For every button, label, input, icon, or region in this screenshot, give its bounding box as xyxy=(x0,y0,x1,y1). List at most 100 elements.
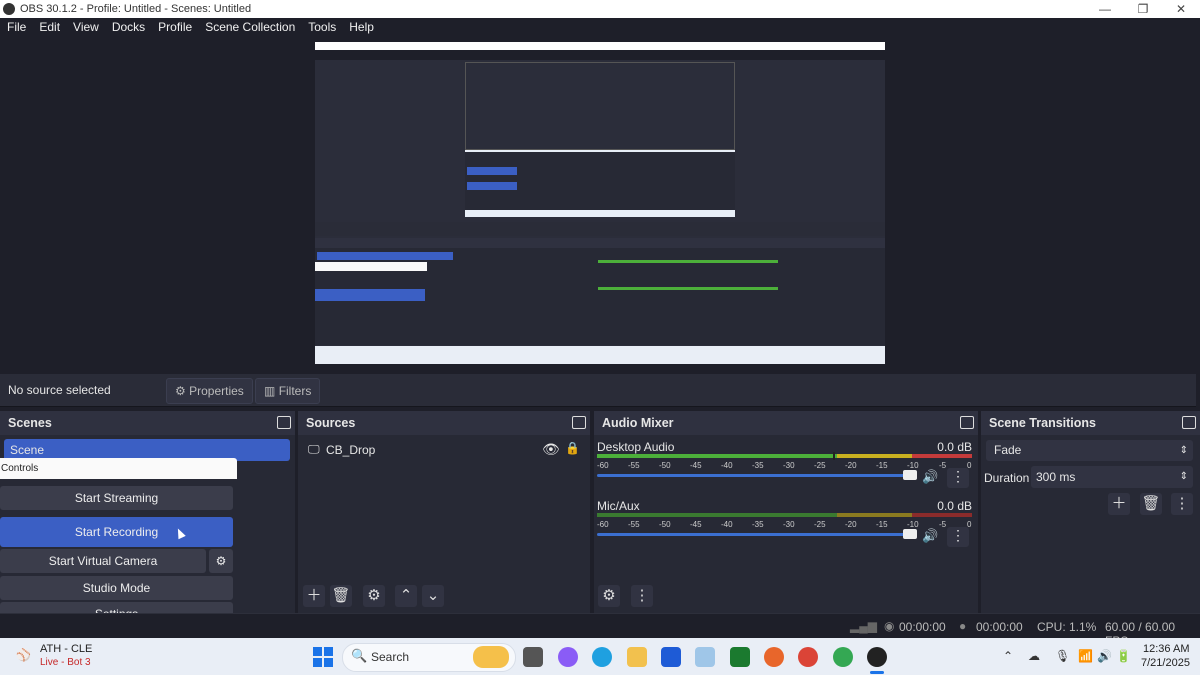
stream-time: 00:00:00 xyxy=(899,620,946,634)
meter-tick: -60 xyxy=(597,461,609,470)
undock-icon[interactable] xyxy=(1182,416,1196,429)
signal-bars-icon: ▂▄▆ xyxy=(850,619,877,633)
microphone-icon[interactable]: 🎙 xyxy=(1055,649,1070,663)
channel-name: Mic/Aux xyxy=(597,499,640,513)
photos-icon[interactable] xyxy=(695,647,715,667)
cpu-usage: CPU: 1.1% xyxy=(1037,620,1097,634)
menu-scene-collection[interactable]: Scene Collection xyxy=(198,18,301,38)
preview-canvas[interactable] xyxy=(315,42,885,364)
store-icon[interactable] xyxy=(661,647,681,667)
gear-icon: ⚙ xyxy=(367,587,381,604)
close-button[interactable]: ✕ xyxy=(1162,0,1200,18)
obs-taskbar-icon[interactable] xyxy=(867,647,887,667)
chrome-icon[interactable] xyxy=(798,647,818,667)
scenes-dock-title: Scenes xyxy=(8,416,52,430)
transition-select[interactable]: Fade ⇕ xyxy=(986,440,1193,461)
edge-icon[interactable] xyxy=(592,647,612,667)
move-source-up-button[interactable]: ⌃ xyxy=(395,585,417,607)
add-source-button[interactable]: ＋ xyxy=(303,585,325,607)
search-icon: 🔍 xyxy=(351,648,368,663)
no-source-label: No source selected xyxy=(8,383,111,397)
task-view-icon[interactable] xyxy=(523,647,543,667)
xbox-icon[interactable] xyxy=(730,647,750,667)
duration-spinbox[interactable]: 300 ms ⇕ xyxy=(1031,466,1193,488)
move-source-down-button[interactable]: ⌄ xyxy=(422,585,444,607)
virtual-camera-settings-button[interactable]: ⚙ xyxy=(209,549,233,573)
remove-source-button[interactable]: 🗑 xyxy=(330,585,352,607)
volume-icon[interactable]: 🔊 xyxy=(1097,649,1112,663)
start-streaming-button[interactable]: Start Streaming xyxy=(0,486,233,510)
menu-tools[interactable]: Tools xyxy=(301,18,342,38)
source-properties-button[interactable]: ⚙ xyxy=(363,585,385,607)
scenes-dock-header: Scenes xyxy=(0,411,295,435)
copilot-icon[interactable] xyxy=(558,647,578,667)
speaker-icon[interactable]: 🔊 xyxy=(922,528,938,544)
source-list-item[interactable]: 🖵 CB_Drop 👁 🔒 xyxy=(306,441,586,459)
battery-icon[interactable]: 🔋 xyxy=(1116,649,1131,663)
maximize-button[interactable]: ❐ xyxy=(1124,0,1162,18)
meter-tick: -15 xyxy=(876,520,888,529)
weather-icon xyxy=(473,646,509,668)
more-options-icon[interactable]: ⋮ xyxy=(947,527,969,547)
title-bar: OBS 30.1.2 - Profile: Untitled - Scenes:… xyxy=(0,0,1200,18)
menu-view[interactable]: View xyxy=(66,18,105,38)
channel-db: 0.0 dB xyxy=(937,499,972,513)
undock-icon[interactable] xyxy=(572,416,586,429)
start-virtual-camera-button[interactable]: Start Virtual Camera xyxy=(0,549,206,573)
windows-start-icon[interactable] xyxy=(313,647,333,667)
remove-transition-button[interactable]: 🗑 xyxy=(1140,493,1162,515)
slider-handle[interactable] xyxy=(903,470,917,480)
slider-handle[interactable] xyxy=(903,529,917,539)
widget-subtitle: Live - Bot 3 xyxy=(40,657,91,668)
file-explorer-icon[interactable] xyxy=(627,647,647,667)
studio-mode-button[interactable]: Studio Mode xyxy=(0,576,233,600)
search-label: Search xyxy=(371,650,410,664)
plus-icon: ＋ xyxy=(1111,495,1127,512)
clock-date[interactable]: 7/21/2025 xyxy=(1141,657,1190,669)
wifi-icon[interactable]: 📶 xyxy=(1078,649,1093,663)
mixer-menu-button[interactable]: ⋮ xyxy=(631,585,653,607)
eye-icon[interactable]: 👁 xyxy=(542,441,560,458)
meter-tick: -40 xyxy=(721,461,733,470)
undock-icon[interactable] xyxy=(960,416,974,429)
meter-tick: -30 xyxy=(783,520,795,529)
firefox-icon[interactable] xyxy=(764,647,784,667)
cloud-off-icon[interactable]: ☁ xyxy=(1028,649,1040,663)
filters-icon: ▥ xyxy=(264,384,276,398)
menu-profile[interactable]: Profile xyxy=(151,18,198,38)
widget-title[interactable]: ATH - CLE xyxy=(40,643,92,655)
source-name: CB_Drop xyxy=(326,443,376,457)
advanced-audio-button[interactable]: ⚙ xyxy=(598,585,620,607)
mixer-channel-mic-aux: Mic/Aux 0.0 dB -60 -55 -50 -45 -40 -35 -… xyxy=(597,499,975,559)
meter-tick: -40 xyxy=(721,520,733,529)
plus-icon: ＋ xyxy=(306,587,322,604)
record-status-icon: ● xyxy=(959,619,967,633)
menu-help[interactable]: Help xyxy=(342,18,380,38)
meter-tick: -10 xyxy=(907,461,919,470)
controls-dock-title: Controls xyxy=(0,458,237,479)
more-options-icon[interactable]: ⋮ xyxy=(947,468,969,488)
source-toolbar: No source selected ⚙ Properties ▥ Filter… xyxy=(0,374,1196,407)
sources-dock-title: Sources xyxy=(306,416,356,430)
filters-button[interactable]: ▥ Filters xyxy=(255,378,321,404)
volume-slider[interactable] xyxy=(597,529,917,539)
menu-docks[interactable]: Docks xyxy=(105,18,151,38)
menu-edit[interactable]: Edit xyxy=(32,18,66,38)
clock-time[interactable]: 12:36 AM xyxy=(1143,643,1189,655)
add-transition-button[interactable]: ＋ xyxy=(1108,493,1130,515)
menu-file[interactable]: File xyxy=(0,18,32,38)
chevron-down-icon: ⌄ xyxy=(426,587,440,604)
chevron-up-icon[interactable]: ⌃ xyxy=(1003,649,1013,663)
lock-icon[interactable]: 🔒 xyxy=(565,441,580,455)
minimize-button[interactable]: — xyxy=(1086,0,1124,18)
transition-menu-button[interactable]: ⋮ xyxy=(1171,493,1193,515)
properties-button[interactable]: ⚙ Properties xyxy=(166,378,253,404)
taskbar-search-box[interactable]: 🔍 Search xyxy=(342,643,516,672)
trash-icon: 🗑 xyxy=(1141,495,1161,512)
start-recording-button[interactable]: Start Recording xyxy=(0,517,233,547)
speaker-icon[interactable]: 🔊 xyxy=(922,469,938,485)
chrome-profile-icon[interactable] xyxy=(833,647,853,667)
volume-slider[interactable] xyxy=(597,470,917,480)
undock-icon[interactable] xyxy=(277,416,291,429)
meter-tick: -25 xyxy=(814,461,826,470)
